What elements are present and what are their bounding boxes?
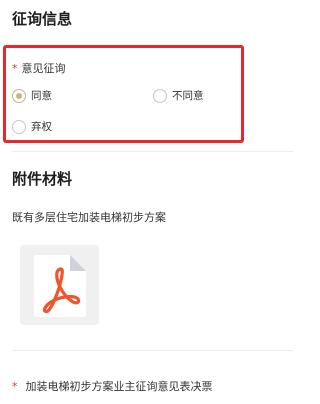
opinion-question-label: * 意见征询 [12, 60, 66, 76]
radio-label: 不同意 [172, 90, 204, 102]
radio-option-disagree[interactable]: 不同意 [153, 88, 204, 103]
attachments-section-title: 附件材料 [12, 170, 73, 188]
attachment-file-card[interactable] [20, 245, 99, 325]
vote-question-label: * 加装电梯初步方案业主征询意见表决票 [12, 378, 213, 394]
consultation-section-title: 征询信息 [12, 10, 73, 28]
radio-checked-icon[interactable] [12, 88, 26, 103]
pdf-file-icon [34, 255, 86, 317]
divider [12, 350, 293, 351]
radio-unchecked-icon[interactable] [153, 88, 167, 103]
divider [12, 151, 293, 152]
vote-question-text: 加装电梯初步方案业主征询意见表决票 [25, 380, 213, 393]
required-mark: * [12, 380, 18, 393]
attachment-name: 既有多层住宅加装电梯初步方案 [12, 211, 166, 224]
radio-option-abstain[interactable]: 弃权 [12, 119, 52, 134]
radio-unchecked-icon[interactable] [12, 119, 26, 134]
radio-label: 弃权 [31, 121, 52, 133]
required-mark: * [12, 62, 18, 75]
radio-option-agree[interactable]: 同意 [12, 88, 52, 103]
opinion-question-text: 意见征询 [21, 62, 66, 75]
radio-label: 同意 [31, 90, 52, 102]
